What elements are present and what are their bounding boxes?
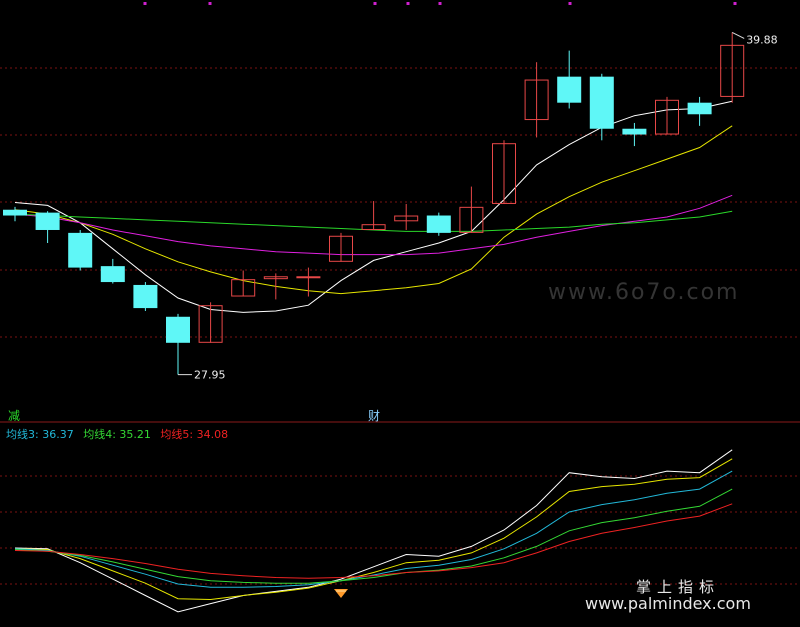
high-pointer bbox=[731, 31, 745, 39]
top-marker bbox=[143, 2, 147, 5]
candle-body-down bbox=[100, 266, 125, 283]
top-marker bbox=[208, 2, 212, 5]
indicator-legend: 均线3: 36.37 均线4: 35.21 均线5: 34.08 bbox=[6, 426, 234, 442]
kline-chart-canvas: 39.88 27.95 减 财 bbox=[0, 2, 800, 613]
candle-body-down bbox=[557, 76, 582, 103]
low-price-label: 27.95 bbox=[194, 369, 226, 382]
candle-body-down bbox=[133, 284, 158, 309]
top-marker bbox=[568, 2, 572, 5]
candle-body-down bbox=[687, 102, 712, 115]
high-price-label: 39.88 bbox=[746, 33, 778, 46]
legend-ma4: 均线4: 35.21 bbox=[83, 428, 151, 441]
marker-label-left: 减 bbox=[8, 409, 20, 423]
legend-ma5: 均线5: 34.08 bbox=[160, 428, 229, 441]
candle-body-down bbox=[3, 209, 27, 216]
top-marker bbox=[733, 2, 737, 5]
top-marker bbox=[438, 2, 442, 5]
candle-body-down bbox=[35, 212, 60, 230]
candle-body-down bbox=[426, 215, 451, 233]
candle-body-down bbox=[166, 316, 190, 343]
indicator-line-3 bbox=[14, 488, 733, 584]
candle-body-down bbox=[589, 76, 614, 129]
watermark-brand-url: www.palmindex.com bbox=[585, 594, 751, 613]
watermark-site: www.6o7o.com bbox=[548, 280, 740, 305]
candle-body-down bbox=[622, 128, 647, 135]
candlestick-series bbox=[3, 32, 745, 375]
diamond-signal-icon bbox=[334, 589, 348, 598]
chart-labels: 39.88 27.95 减 财 bbox=[8, 31, 778, 423]
legend-ma3: 均线3: 36.37 bbox=[6, 428, 74, 441]
indicator-lines bbox=[14, 449, 733, 613]
candle-body-up bbox=[296, 276, 321, 279]
marker-label-mid: 财 bbox=[368, 409, 380, 423]
indicator-line-0 bbox=[14, 449, 733, 613]
top-marker bbox=[373, 2, 377, 5]
candle-body-down bbox=[68, 232, 93, 268]
top-marker bbox=[406, 2, 410, 5]
